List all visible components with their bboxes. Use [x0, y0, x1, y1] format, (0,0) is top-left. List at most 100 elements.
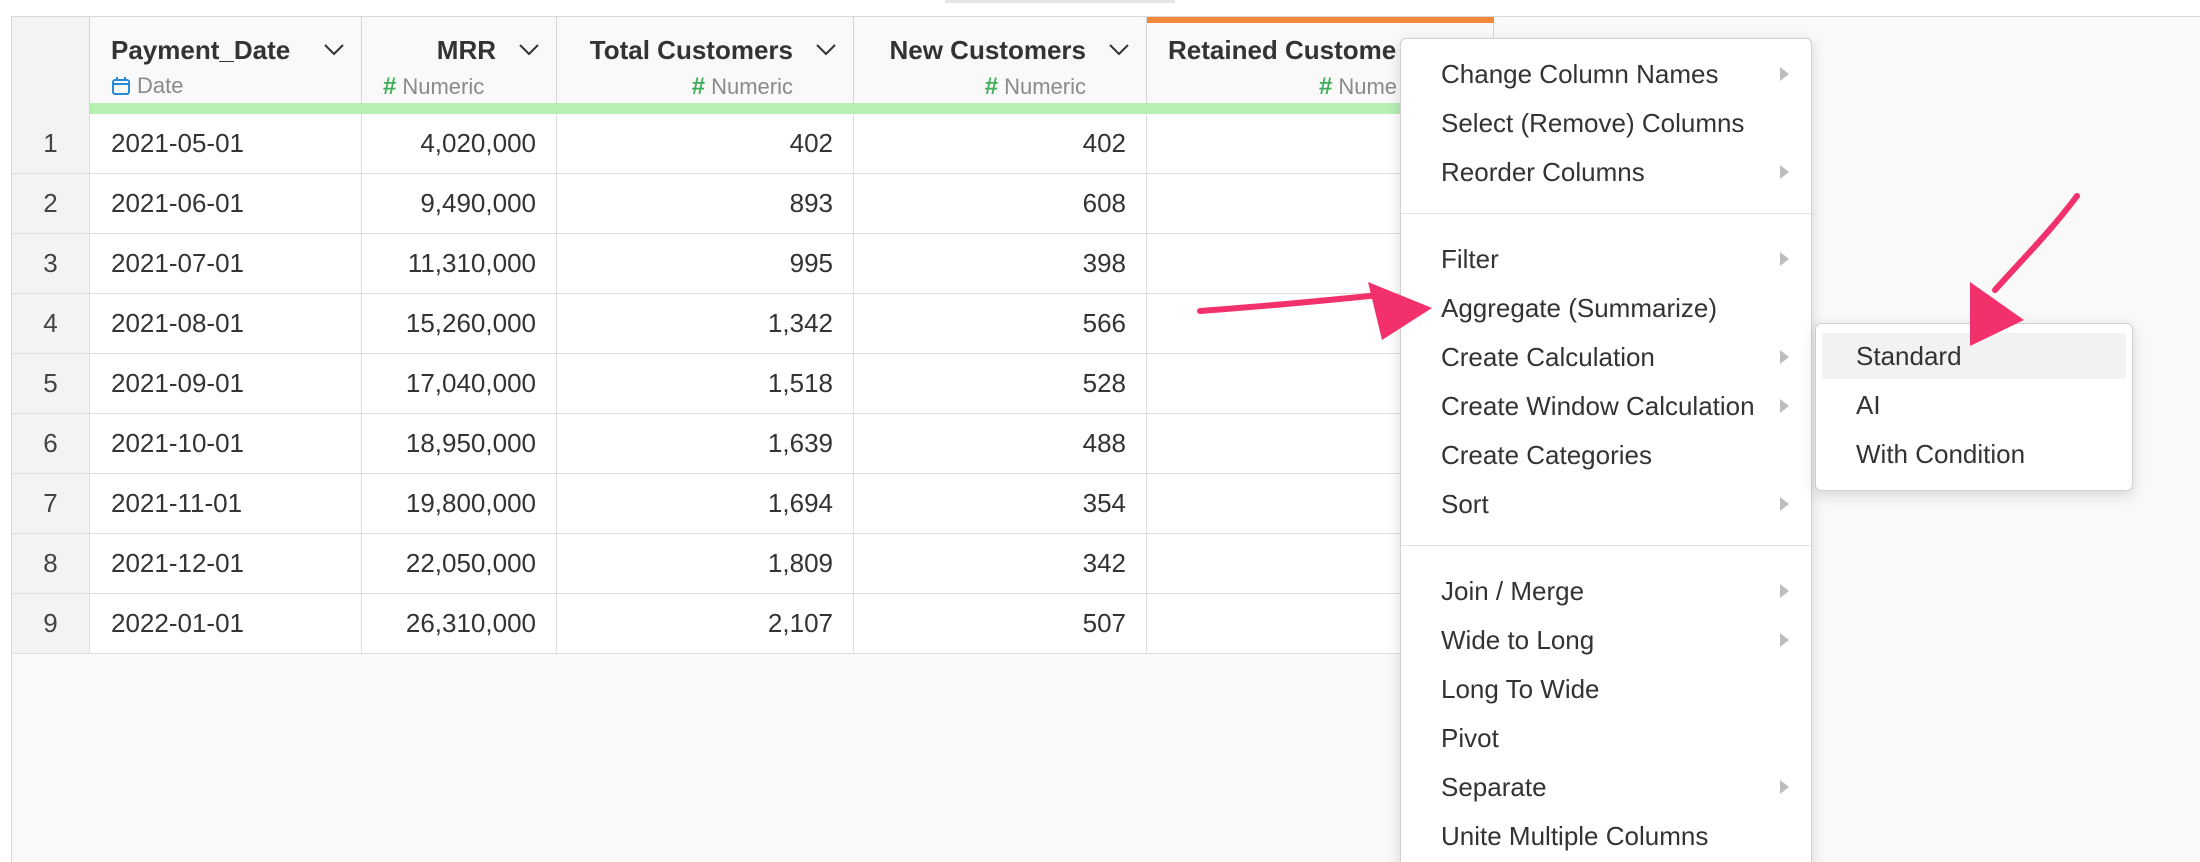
cell-total-customers[interactable]: 1,639 [557, 414, 854, 473]
menu-item-wide-to-long[interactable]: Wide to Long [1401, 617, 1811, 663]
column-header-mrr[interactable]: MRR # Numeric [362, 17, 557, 114]
chevron-down-icon[interactable] [518, 43, 540, 57]
menu-item-label: Long To Wide [1441, 674, 1600, 704]
menu-item-unite-multiple-columns[interactable]: Unite Multiple Columns [1401, 813, 1811, 859]
menu-item-label: Create Calculation [1441, 342, 1655, 372]
menu-item-label: Separate [1441, 772, 1547, 802]
row-index[interactable]: 3 [12, 234, 90, 293]
cell-new-customers[interactable]: 398 [854, 234, 1147, 293]
menu-item-pivot[interactable]: Pivot [1401, 715, 1811, 761]
cell-mrr[interactable]: 9,490,000 [362, 174, 557, 233]
cell-new-customers[interactable]: 488 [854, 414, 1147, 473]
cell-mrr[interactable]: 17,040,000 [362, 354, 557, 413]
submenu-item-with-condition[interactable]: With Condition [1822, 431, 2126, 477]
scroll-indicator [945, 0, 1175, 3]
chevron-down-icon[interactable] [1108, 43, 1130, 57]
cell-new-customers[interactable]: 608 [854, 174, 1147, 233]
submenu-caret-icon [1780, 584, 1789, 598]
cell-total-customers[interactable]: 1,809 [557, 534, 854, 593]
table-row[interactable]: 2 2021-06-01 9,490,000 893 608 [12, 174, 1494, 234]
cell-total-customers[interactable]: 1,342 [557, 294, 854, 353]
cell-total-customers[interactable]: 2,107 [557, 594, 854, 653]
cell-new-customers[interactable]: 342 [854, 534, 1147, 593]
cell-mrr[interactable]: 4,020,000 [362, 114, 557, 173]
cell-mrr[interactable]: 18,950,000 [362, 414, 557, 473]
submenu-item-standard[interactable]: Standard [1822, 333, 2126, 379]
column-name: MRR [436, 35, 496, 65]
row-index[interactable]: 2 [12, 174, 90, 233]
menu-item-select-remove-columns[interactable]: Select (Remove) Columns [1401, 100, 1811, 146]
submenu-caret-icon [1780, 497, 1789, 511]
column-header-total-customers[interactable]: Total Customers # Numeric [557, 17, 854, 114]
table-row[interactable]: 82021-12-0122,050,0001,8093421 [12, 534, 1494, 594]
submenu-item-ai[interactable]: AI [1822, 382, 2126, 428]
aggregate-submenu: Standard AI With Condition [1815, 323, 2133, 491]
cell-new-customers[interactable]: 402 [854, 114, 1147, 173]
row-index[interactable]: 8 [12, 534, 90, 593]
cell-payment-date[interactable]: 2021-06-01 [90, 174, 362, 233]
cell-total-customers[interactable]: 1,518 [557, 354, 854, 413]
menu-item-change-column-names[interactable]: Change Column Names [1401, 51, 1811, 97]
cell-payment-date[interactable]: 2022-01-01 [90, 594, 362, 653]
submenu-caret-icon [1780, 350, 1789, 364]
row-index[interactable]: 7 [12, 474, 90, 533]
table-row[interactable]: 5 2021-09-01 17,040,000 1,518 528 [12, 354, 1494, 414]
menu-item-filter[interactable]: Filter [1401, 236, 1811, 282]
cell-mrr[interactable]: 26,310,000 [362, 594, 557, 653]
cell-mrr[interactable]: 15,260,000 [362, 294, 557, 353]
chevron-down-icon[interactable] [815, 43, 837, 57]
calendar-icon [112, 77, 130, 95]
cell-new-customers[interactable]: 354 [854, 474, 1147, 533]
cell-payment-date[interactable]: 2021-11-01 [90, 474, 362, 533]
menu-item-separate[interactable]: Separate [1401, 764, 1811, 810]
cell-payment-date[interactable]: 2021-07-01 [90, 234, 362, 293]
menu-item-create-window-calculation[interactable]: Create Window Calculation [1401, 383, 1811, 429]
row-index[interactable]: 4 [12, 294, 90, 353]
cell-new-customers[interactable]: 566 [854, 294, 1147, 353]
cell-total-customers[interactable]: 1,694 [557, 474, 854, 533]
cell-payment-date[interactable]: 2021-05-01 [90, 114, 362, 173]
menu-item-join-merge[interactable]: Join / Merge [1401, 568, 1811, 614]
submenu-caret-icon [1780, 633, 1789, 647]
table-row[interactable]: 62021-10-0118,950,0001,6394881 [12, 414, 1494, 474]
row-index[interactable]: 6 [12, 414, 90, 473]
column-type-label: Numeric [402, 74, 485, 99]
cell-total-customers[interactable]: 995 [557, 234, 854, 293]
column-type-label: Numeric [711, 74, 793, 99]
column-name: Retained Custome [1168, 35, 1397, 65]
row-index[interactable]: 9 [12, 594, 90, 653]
table-row[interactable]: 72021-11-0119,800,0001,6943541 [12, 474, 1494, 534]
cell-mrr[interactable]: 22,050,000 [362, 534, 557, 593]
cell-total-customers[interactable]: 402 [557, 114, 854, 173]
table-row[interactable]: 1 2021-05-01 4,020,000 402 402 [12, 114, 1494, 174]
table-row[interactable]: 4 2021-08-01 15,260,000 1,342 566 [12, 294, 1494, 354]
chevron-down-icon[interactable] [323, 43, 345, 57]
cell-mrr[interactable]: 19,800,000 [362, 474, 557, 533]
row-index[interactable]: 5 [12, 354, 90, 413]
submenu-caret-icon [1780, 165, 1789, 179]
menu-item-long-to-wide[interactable]: Long To Wide [1401, 666, 1811, 712]
row-index[interactable]: 1 [12, 114, 90, 173]
cell-total-customers[interactable]: 893 [557, 174, 854, 233]
menu-item-sort[interactable]: Sort [1401, 481, 1811, 527]
menu-item-create-calculation[interactable]: Create Calculation [1401, 334, 1811, 380]
cell-new-customers[interactable]: 507 [854, 594, 1147, 653]
column-type-label: Nume [1338, 74, 1398, 99]
cell-new-customers[interactable]: 528 [854, 354, 1147, 413]
cell-mrr[interactable]: 11,310,000 [362, 234, 557, 293]
cell-payment-date[interactable]: 2021-09-01 [90, 354, 362, 413]
cell-payment-date[interactable]: 2021-08-01 [90, 294, 362, 353]
column-header-new-customers[interactable]: New Customers # Numeric [854, 17, 1147, 114]
cell-payment-date[interactable]: 2021-12-01 [90, 534, 362, 593]
table-row[interactable]: 3 2021-07-01 11,310,000 995 398 [12, 234, 1494, 294]
menu-separator [1401, 213, 1811, 214]
menu-item-create-categories[interactable]: Create Categories [1401, 432, 1811, 478]
cell-payment-date[interactable]: 2021-10-01 [90, 414, 362, 473]
column-header-payment-date[interactable]: Payment_Date Date [90, 17, 362, 114]
context-menu: Change Column Names Select (Remove) Colum… [1400, 38, 1812, 862]
column-type: # Nume [1319, 73, 1397, 101]
menu-item-reorder-columns[interactable]: Reorder Columns [1401, 149, 1811, 195]
menu-item-aggregate-summarize[interactable]: Aggregate (Summarize) [1401, 285, 1811, 331]
menu-item-label: Aggregate (Summarize) [1441, 293, 1717, 323]
table-row[interactable]: 92022-01-0126,310,0002,1075071 [12, 594, 1494, 654]
